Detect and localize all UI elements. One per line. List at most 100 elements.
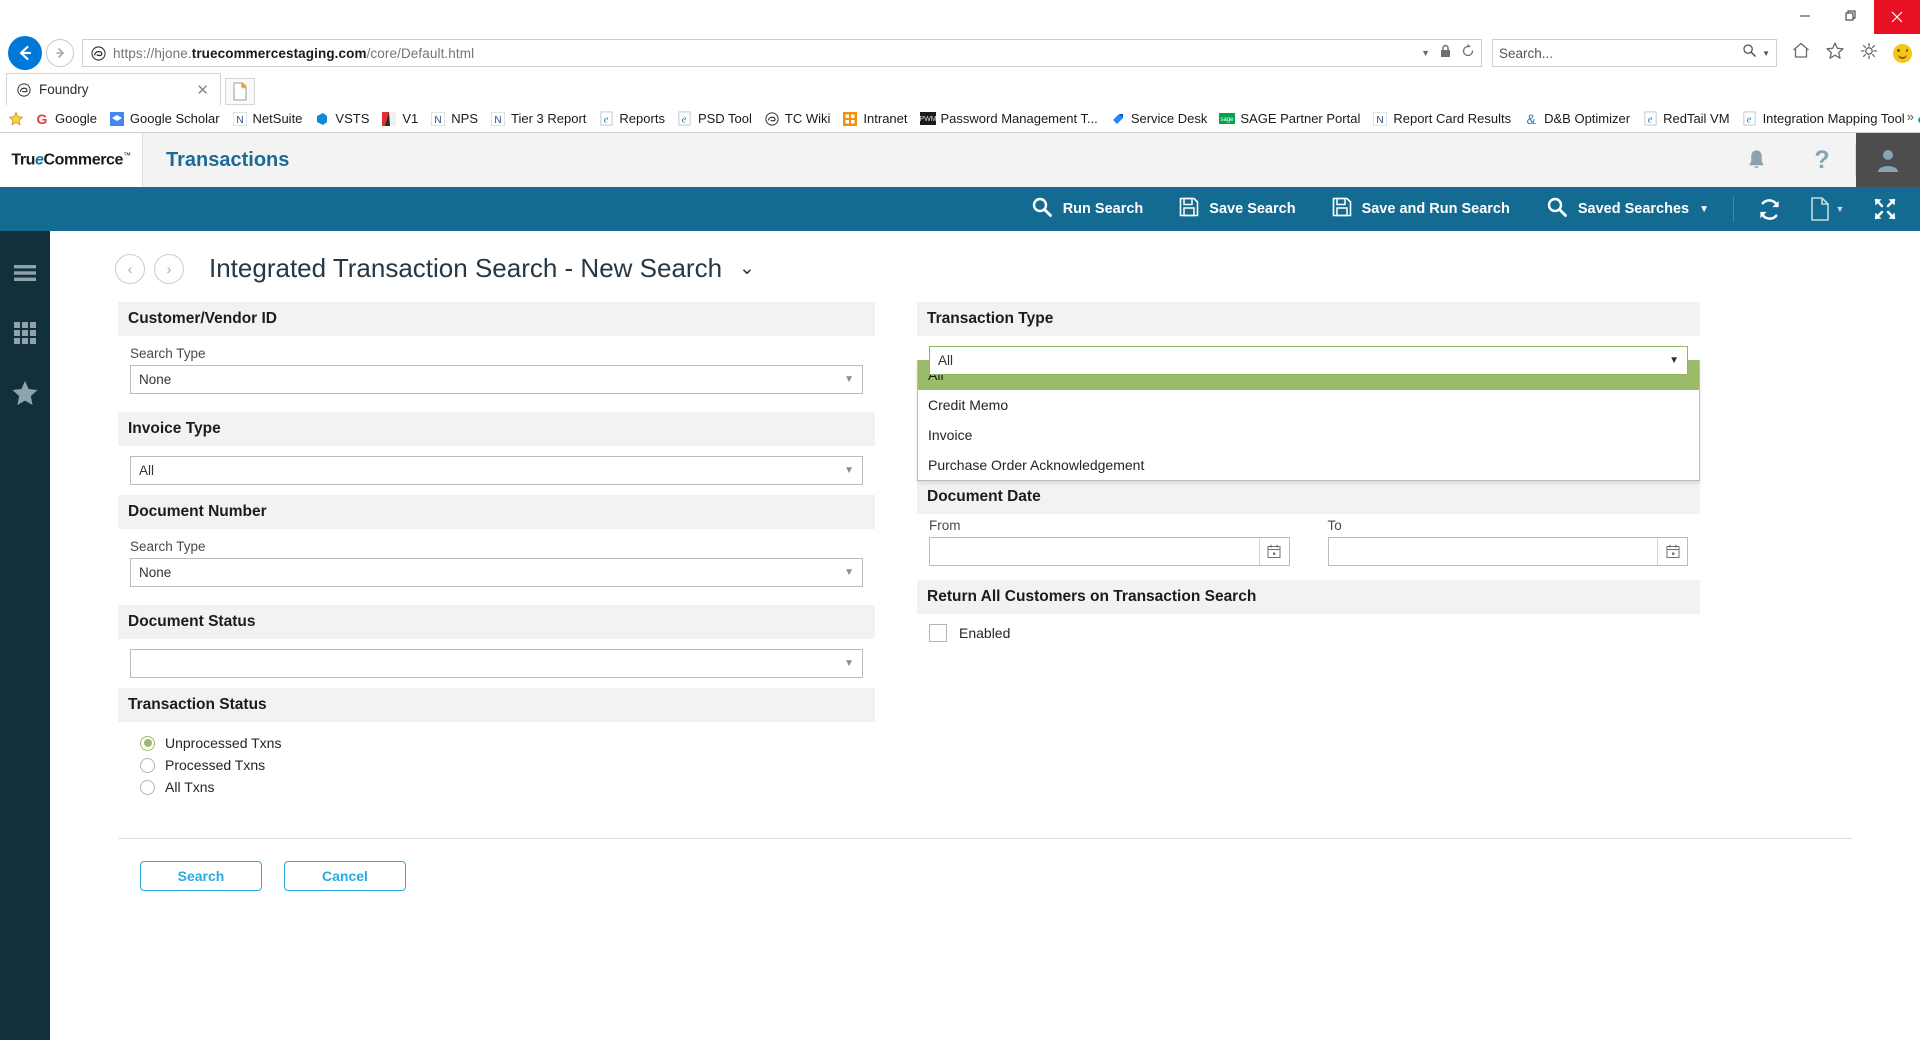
ie-icon: e xyxy=(677,111,693,127)
save-search-action[interactable]: Save Search xyxy=(1161,187,1313,231)
bookmark-report-card-results[interactable]: N Report Card Results xyxy=(1366,107,1517,131)
star-icon[interactable] xyxy=(11,379,39,407)
search-icon[interactable] xyxy=(1742,43,1757,63)
bookmark-dnb-optimizer[interactable]: & D&B Optimizer xyxy=(1517,107,1636,131)
field-label: Search Type xyxy=(130,346,863,361)
bookmark-google[interactable]: G Google xyxy=(28,107,103,131)
calendar-icon[interactable] xyxy=(1657,538,1687,565)
new-tab-button[interactable] xyxy=(225,78,255,105)
bookmark-integration-mapping-tool[interactable]: e Integration Mapping Tool xyxy=(1736,107,1911,131)
sage-icon: sage xyxy=(1219,111,1235,127)
radio-option-unprocessed-txns[interactable]: Unprocessed Txns xyxy=(140,732,863,754)
previous-page-button[interactable]: ‹ xyxy=(115,254,145,284)
bookmark-psd-tool[interactable]: e PSD Tool xyxy=(671,107,758,131)
search-button[interactable]: Search xyxy=(140,861,262,891)
document-status-select[interactable]: ▼ xyxy=(130,649,863,678)
back-arrow-icon[interactable] xyxy=(8,36,42,70)
chevron-down-icon[interactable]: ▼ xyxy=(1421,48,1430,58)
svg-text:e: e xyxy=(682,114,687,125)
question-mark-icon[interactable]: ? xyxy=(1789,133,1855,187)
radio-button[interactable] xyxy=(140,780,155,795)
google-icon: G xyxy=(34,111,50,127)
minimize-button[interactable] xyxy=(1782,0,1828,32)
url-domain: truecommercestaging.com xyxy=(192,46,367,61)
service-desk-icon xyxy=(1110,111,1126,127)
dropdown-option-purchase-order-acknowledgement[interactable]: Purchase Order Acknowledgement xyxy=(918,450,1699,480)
return-all-customers-checkbox-row[interactable]: Enabled xyxy=(917,614,1700,652)
date-from-value[interactable] xyxy=(930,538,1259,565)
bookmark-label: D&B Optimizer xyxy=(1544,111,1630,126)
invoice-type-select[interactable]: All ▼ xyxy=(130,456,863,485)
home-icon[interactable] xyxy=(1791,41,1811,65)
bell-icon[interactable] xyxy=(1723,133,1789,187)
bookmark-intranet[interactable]: Intranet xyxy=(836,107,913,131)
bookmark-password-management[interactable]: PWM Password Management T... xyxy=(914,107,1104,131)
field-label: Search Type xyxy=(130,539,863,554)
bookmark-tc-wiki[interactable]: TC Wiki xyxy=(758,107,837,131)
bookmark-tier-3-report[interactable]: N Tier 3 Report xyxy=(484,107,592,131)
search-chevron-down-icon[interactable]: ▼ xyxy=(1762,49,1770,58)
new-document-button[interactable]: ▼ xyxy=(1798,187,1856,231)
refresh-icon[interactable] xyxy=(1740,187,1798,231)
bookmark-redtail-vm[interactable]: e RedTail VM xyxy=(1636,107,1735,131)
chevron-down-icon: ▼ xyxy=(1836,204,1845,214)
address-bar[interactable]: https://hjone.truecommercestaging.com/co… xyxy=(82,39,1482,67)
enabled-checkbox[interactable] xyxy=(929,624,947,642)
cancel-button[interactable]: Cancel xyxy=(284,861,406,891)
bookmark-vsts[interactable]: VSTS xyxy=(308,107,375,131)
application-header: TrueCommerce™ Transactions ? xyxy=(0,133,1920,187)
saved-searches-action[interactable]: Saved Searches ▼ xyxy=(1528,187,1727,231)
forward-arrow-icon[interactable] xyxy=(46,39,74,67)
user-avatar-icon[interactable] xyxy=(1856,133,1920,187)
truecommerce-logo[interactable]: TrueCommerce™ xyxy=(0,133,143,187)
save-and-run-search-action[interactable]: Save and Run Search xyxy=(1314,187,1528,231)
favorites-star-icon[interactable] xyxy=(1825,41,1845,65)
favorites-bar-star-icon[interactable] xyxy=(8,111,24,127)
date-from-input[interactable] xyxy=(929,537,1290,566)
bookmark-reports[interactable]: e Reports xyxy=(592,107,671,131)
bookmark-google-scholar[interactable]: Google Scholar xyxy=(103,107,226,131)
radio-option-processed-txns[interactable]: Processed Txns xyxy=(140,754,863,776)
radio-button[interactable] xyxy=(140,758,155,773)
bookmark-netsuite[interactable]: N NetSuite xyxy=(226,107,309,131)
chevron-down-icon: ▼ xyxy=(844,374,854,385)
transaction-type-select[interactable]: All ▼ xyxy=(929,346,1688,375)
calendar-icon[interactable] xyxy=(1259,538,1289,565)
bookmark-nps[interactable]: N NPS xyxy=(424,107,484,131)
customer-vendor-search-type-select[interactable]: None ▼ xyxy=(130,365,863,394)
feedback-smiley-icon[interactable] xyxy=(1893,44,1912,63)
bookmark-v1[interactable]: V1 xyxy=(375,107,424,131)
close-window-button[interactable] xyxy=(1874,0,1920,34)
page-title-chevron-down-icon[interactable]: ⌄ xyxy=(739,257,755,280)
bookmark-service-desk[interactable]: Service Desk xyxy=(1104,107,1214,131)
run-search-action[interactable]: Run Search xyxy=(1013,187,1162,231)
document-number-search-type-select[interactable]: None ▼ xyxy=(130,558,863,587)
dropdown-option-invoice[interactable]: Invoice xyxy=(918,420,1699,450)
browser-search-box[interactable]: Search... ▼ xyxy=(1492,39,1777,67)
date-to-input[interactable] xyxy=(1328,537,1689,566)
hamburger-icon[interactable] xyxy=(11,259,39,287)
gear-icon[interactable] xyxy=(1859,41,1879,66)
browser-tab[interactable]: Foundry ✕ xyxy=(6,73,221,105)
page-module-title: Transactions xyxy=(143,133,1723,187)
expand-arrows-icon[interactable] xyxy=(1856,187,1914,231)
maximize-restore-button[interactable] xyxy=(1828,0,1874,32)
lock-icon[interactable] xyxy=(1439,44,1452,63)
browser-search-input[interactable]: Search... xyxy=(1499,46,1742,61)
bookmarks-overflow-chevron-icon[interactable]: » xyxy=(1907,109,1914,124)
next-page-button[interactable]: › xyxy=(154,254,184,284)
close-tab-icon[interactable]: ✕ xyxy=(193,81,212,99)
address-bar-url: https://hjone.truecommercestaging.com/co… xyxy=(113,46,1413,61)
date-from-group: From xyxy=(929,518,1290,566)
section-header-document-date: Document Date xyxy=(917,480,1700,514)
section-header-customer-vendor-id: Customer/Vendor ID xyxy=(118,302,875,336)
grid-icon[interactable] xyxy=(11,319,39,347)
bookmark-sage-partner-portal[interactable]: sage SAGE Partner Portal xyxy=(1213,107,1366,131)
chevron-down-icon: ▼ xyxy=(844,567,854,578)
radio-option-all-txns[interactable]: All Txns xyxy=(140,776,863,798)
refresh-icon[interactable] xyxy=(1461,44,1475,63)
dropdown-option-credit-memo[interactable]: Credit Memo xyxy=(918,390,1699,420)
radio-button[interactable] xyxy=(140,736,155,751)
date-to-value[interactable] xyxy=(1329,538,1658,565)
svg-text:e: e xyxy=(604,114,609,125)
